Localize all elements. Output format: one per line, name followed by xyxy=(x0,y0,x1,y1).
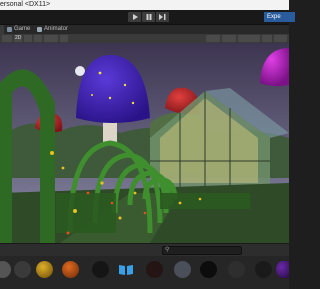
lighting-toggle[interactable] xyxy=(24,35,32,42)
asset-material-purple[interactable] xyxy=(276,261,289,278)
asset-material-dark-red[interactable] xyxy=(146,261,163,278)
tab-animator-label: Animator xyxy=(44,26,69,32)
hidden-objects-toggle[interactable] xyxy=(60,35,68,42)
mode-2d-label: 2D xyxy=(15,35,22,41)
tab-animator[interactable]: Animator xyxy=(36,25,68,34)
asset-grid xyxy=(0,256,289,289)
gizmos-dropdown[interactable] xyxy=(206,35,220,42)
window-titlebar: ersonal <DX11> xyxy=(0,0,289,10)
step-icon xyxy=(159,14,166,20)
editor-tabbar: Game Animator xyxy=(0,25,289,34)
expand-button[interactable]: Expe xyxy=(264,12,295,22)
main-toolbar: Expe xyxy=(0,10,295,25)
tab-game-label: Game xyxy=(14,26,31,32)
step-button[interactable] xyxy=(156,12,169,22)
pause-button[interactable] xyxy=(142,12,155,22)
window-title: ersonal <DX11> xyxy=(0,1,51,8)
play-button[interactable] xyxy=(128,12,141,22)
asset-material-gray[interactable] xyxy=(0,261,11,278)
asset-material-yellow[interactable] xyxy=(36,261,53,278)
search-scene-field[interactable] xyxy=(238,35,260,42)
layers-dropdown[interactable] xyxy=(262,35,272,42)
pause-icon xyxy=(146,14,151,20)
play-icon xyxy=(132,14,138,20)
mode-2d-toggle[interactable]: 2D xyxy=(14,35,22,42)
asset-material-orange[interactable] xyxy=(62,261,79,278)
asset-material-dark[interactable] xyxy=(14,261,31,278)
layout-dropdown[interactable] xyxy=(274,35,287,42)
asset-material-deep[interactable] xyxy=(255,261,272,278)
project-search-input[interactable]: ⚲ xyxy=(162,246,242,255)
game-tab-icon xyxy=(7,27,12,32)
search-icon: ⚲ xyxy=(165,247,170,253)
playmode-controls xyxy=(128,12,169,22)
camera-settings-button[interactable] xyxy=(222,35,236,42)
asset-material-black[interactable] xyxy=(92,261,109,278)
tab-scene[interactable] xyxy=(0,25,4,34)
asset-book[interactable] xyxy=(118,264,134,276)
book-icon xyxy=(119,265,133,275)
moon-shape xyxy=(75,66,85,76)
audio-toggle[interactable] xyxy=(34,35,42,42)
scene-viewport[interactable] xyxy=(0,43,289,243)
tab-game[interactable]: Game xyxy=(6,25,30,34)
animator-tab-icon xyxy=(37,27,42,32)
effects-dropdown[interactable] xyxy=(44,35,58,42)
asset-material-charcoal[interactable] xyxy=(228,261,245,278)
scene-render xyxy=(0,43,289,243)
project-toolbar: ⚲ xyxy=(0,243,289,256)
asset-material-slate[interactable] xyxy=(174,261,191,278)
asset-material-black-2[interactable] xyxy=(200,261,217,278)
shading-mode-dropdown[interactable] xyxy=(2,35,12,42)
